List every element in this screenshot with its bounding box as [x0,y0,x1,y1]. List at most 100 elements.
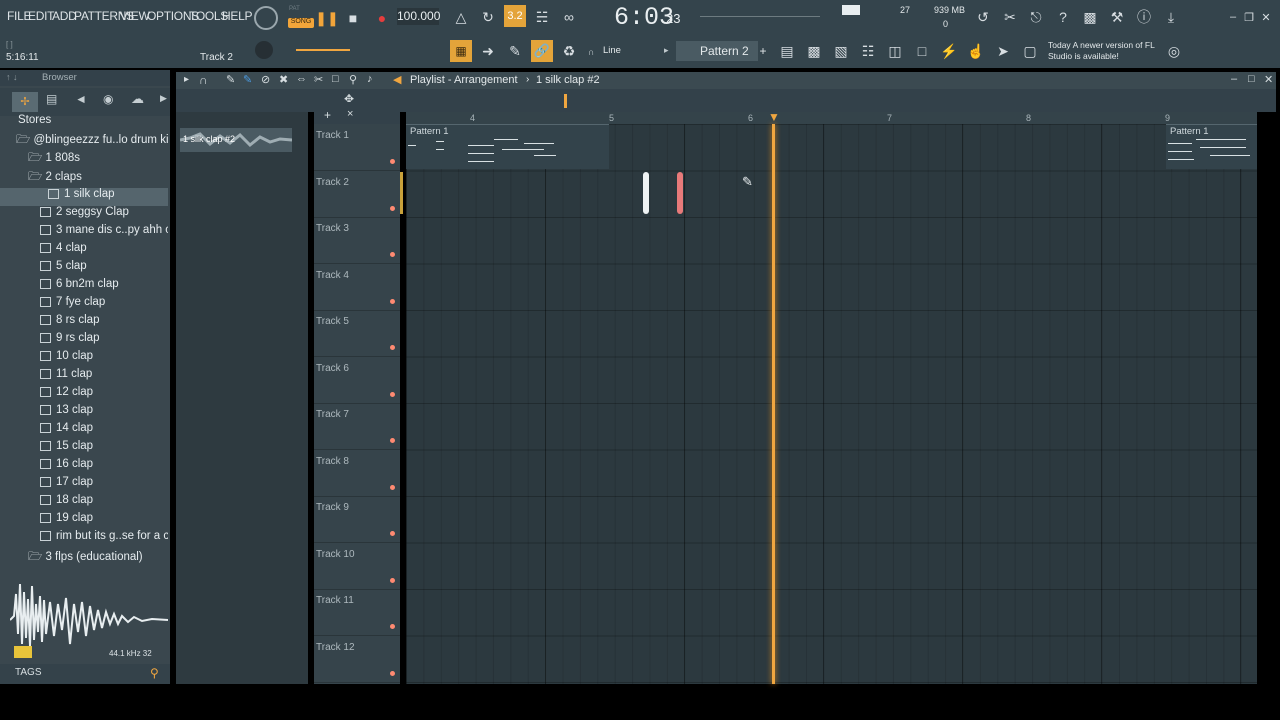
add-track-icon[interactable]: + [324,108,331,122]
tree-folder-flps[interactable]: 🗁 3 flps (educational) [0,549,168,567]
all-files-icon[interactable]: ✢ [12,92,38,112]
slice-tool-icon[interactable]: ✂ [314,73,323,86]
playlist-icon[interactable]: ▦ [450,40,472,62]
touch-icon[interactable]: ☝ [965,40,987,62]
record-icon[interactable]: ● [371,7,393,29]
draw-tool-icon[interactable]: ✎ [226,73,235,86]
track-led[interactable] [390,298,395,304]
track-led[interactable] [390,577,395,583]
track-led[interactable] [390,159,395,164]
info-icon[interactable]: ⓘ [1133,6,1155,28]
tree-item[interactable]: 14 clap [0,422,168,440]
tree-item[interactable]: 7 fye clap [0,296,168,314]
tree-item[interactable]: 13 clap [0,404,168,422]
track-header[interactable]: Track 7 [314,403,400,450]
paint-tool-icon[interactable]: ✎ [243,73,252,86]
wait-input-icon[interactable]: ↻ [477,6,499,28]
tree-item[interactable]: 16 clap [0,458,168,476]
slip-tool-icon[interactable]: ⇔ [296,73,307,85]
select-tool-icon[interactable]: □ [332,73,339,85]
speaker-icon[interactable]: ♪ [367,73,373,85]
news-panel[interactable]: Today A newer version of FL Studio is av… [1048,40,1173,62]
arrow-right-icon[interactable]: ➜ [477,40,499,62]
magnet-icon[interactable]: ∩ [588,47,594,57]
download-icon[interactable]: ⤓ [1160,6,1182,28]
tree-item[interactable]: 9 rs clap [0,332,168,350]
track-led[interactable] [390,531,395,536]
track-led[interactable] [390,438,395,443]
loop-record-icon[interactable]: ∞ [558,6,580,28]
track-led[interactable] [390,484,395,490]
track-header[interactable]: Track 11 [314,589,400,636]
track-header[interactable]: Track 1 [314,124,400,171]
globe-icon[interactable]: ◎ [1163,40,1185,62]
menu-add[interactable]: ADD [52,9,77,23]
pattern-clip[interactable]: Pattern 1 [406,124,609,169]
playhead-marker-icon[interactable]: ▼ [768,110,780,124]
tree-item[interactable]: 10 clap [0,350,168,368]
tree-item[interactable]: 18 clap [0,494,168,512]
tree-item[interactable]: 11 clap [0,368,168,386]
track-header[interactable]: Track 3 [314,217,400,264]
playlist-maximize-icon[interactable]: □ [1248,73,1255,85]
timeline-ruler[interactable]: 4 5 6 7 8 9 ▼ [406,110,1257,124]
pattern-selector[interactable]: Pattern 2 [676,41,758,61]
playlist-view-icon[interactable]: ▤ [776,40,798,62]
metronome-icon[interactable]: △ [450,6,472,28]
menu-view[interactable]: VIEW [120,9,150,23]
plugin-icon[interactable]: ⚒ [1106,6,1128,28]
tree-item-stores[interactable]: Stores [0,114,168,132]
sample-preview[interactable]: 44.1 kHz 32 [9,574,169,662]
share-icon[interactable]: ➤ [992,40,1014,62]
main-pitch-slider[interactable] [296,49,350,51]
playhead[interactable] [772,124,775,684]
cloud-icon[interactable]: ☁ [131,91,144,107]
tree-item[interactable]: 3 mane dis c..py ahh clap [0,224,168,242]
pitch-knob[interactable] [255,41,273,59]
audio-clip[interactable] [643,172,649,214]
tree-item[interactable]: 8 rs clap [0,314,168,332]
mini-timeline[interactable] [700,16,820,17]
tempo-display[interactable]: 100.000 [397,8,440,25]
track-header[interactable]: Track 9 [314,496,400,543]
track-header[interactable]: Track 6 [314,357,400,404]
search-icon[interactable]: ⚲ [150,666,159,680]
tree-item[interactable]: 17 clap [0,476,168,494]
playlist-arrow-icon[interactable]: ◀ [393,73,401,86]
menu-edit[interactable]: EDIT [28,9,54,23]
step-edit-icon[interactable]: ☵ [531,6,553,28]
tree-item[interactable]: 12 clap [0,386,168,404]
stop-icon[interactable]: ■ [342,7,364,29]
track-led[interactable] [390,391,395,397]
track-led[interactable] [390,345,395,350]
song-mode-button[interactable]: SONG [288,18,314,28]
track-header[interactable]: Track 4 [314,264,400,311]
delete-tool-icon[interactable]: ⊘ [261,73,270,86]
cut-icon[interactable]: ✂ [999,6,1021,28]
plugin-database-icon[interactable]: ◄ [75,92,87,106]
track-header[interactable]: Track 5 [314,310,400,357]
undo-icon[interactable]: ↺ [972,6,994,28]
stamp-icon[interactable]: ♻ [558,40,580,62]
snap-button[interactable]: 3.2 [504,5,526,27]
track-header[interactable]: Track 10 [314,543,400,590]
add-pattern-icon[interactable]: + [757,41,769,61]
pat-mode[interactable]: PAT [289,6,300,12]
play-arrow-icon[interactable]: ▸ [184,74,189,85]
channel-rack-icon[interactable]: ▧ [830,40,852,62]
tree-folder-claps[interactable]: 🗁 2 claps [0,169,168,187]
magnet-icon[interactable]: ∩ [199,73,208,87]
help-icon[interactable]: ? [1052,6,1074,28]
tree-folder-drum-kit[interactable]: 🗁 @blingeezzz fu..lo drum kit 2 [0,132,168,150]
track-led[interactable] [390,670,395,676]
mixer-icon[interactable]: ☷ [857,40,879,62]
tree-item[interactable]: 2 seggsy Clap [0,206,168,224]
pattern-clip[interactable]: Pattern 1 [1166,124,1257,169]
track-led[interactable] [390,624,395,629]
save-icon[interactable]: ▩ [1079,6,1101,28]
track-led[interactable] [390,252,395,257]
piano-roll-icon[interactable]: ▩ [803,40,825,62]
tree-item[interactable]: 19 clap [0,512,168,530]
track-header[interactable]: Track 12 [314,636,400,683]
arrangement-grid[interactable]: Pattern 1 Pattern 1 ✎ [400,124,1257,684]
